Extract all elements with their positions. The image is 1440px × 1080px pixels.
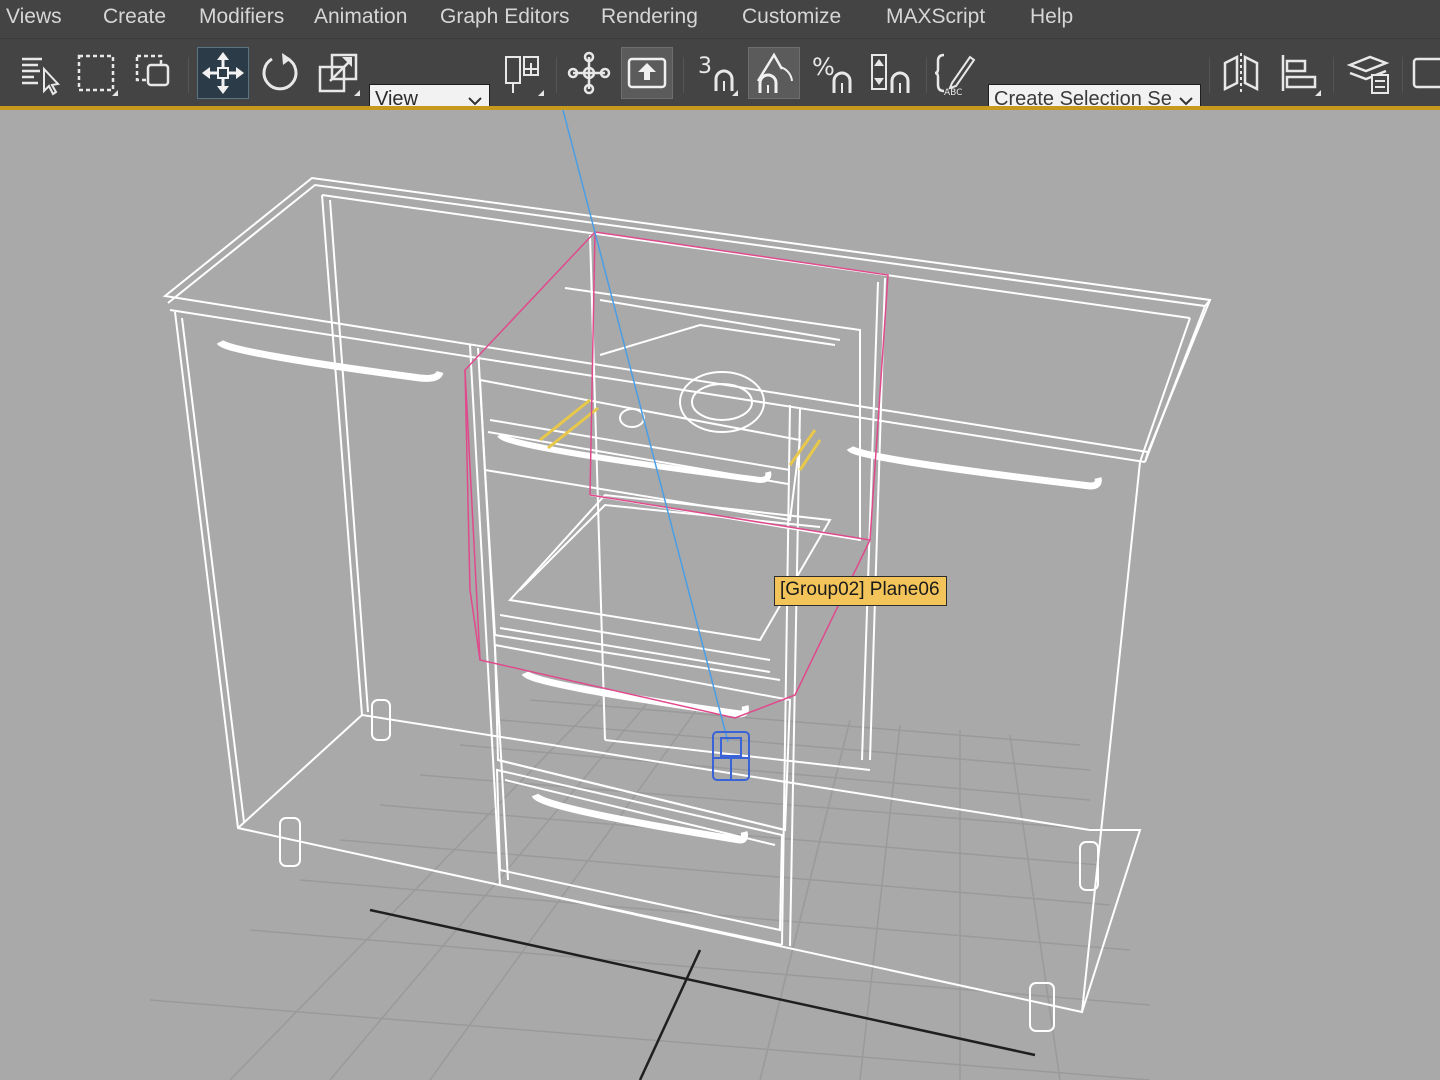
layer-explorer-icon <box>1346 55 1390 94</box>
edit-named-selection-sets-button[interactable]: ABC <box>930 47 982 99</box>
snaps-toggle-icon: 3 <box>698 54 734 91</box>
select-and-scale-button[interactable] <box>312 47 364 99</box>
percent-snap-toggle-button[interactable]: % <box>806 47 858 99</box>
menu-graph-editors[interactable]: Graph Editors <box>440 5 570 29</box>
svg-text:%: % <box>812 53 835 81</box>
window-crossing-button[interactable] <box>128 47 180 99</box>
select-and-rotate-button[interactable] <box>254 47 306 99</box>
scene-explorer-button[interactable] <box>1408 47 1440 99</box>
select-and-rotate-icon <box>262 53 298 91</box>
perspective-viewport[interactable]: [Group02] Plane06 <box>0 110 1440 1080</box>
flyout-indicator <box>354 90 360 96</box>
object-tooltip: [Group02] Plane06 <box>774 576 947 606</box>
home-grid <box>149 699 1151 1080</box>
angle-snap-toggle-button[interactable] <box>748 47 800 99</box>
select-object-icon <box>22 57 61 96</box>
layer-explorer-button[interactable] <box>1342 47 1394 99</box>
svg-text:ABC: ABC <box>944 88 962 98</box>
keyboard-shortcut-override-icon <box>627 57 667 89</box>
menu-maxscript[interactable]: MAXScript <box>886 5 985 29</box>
menu-create[interactable]: Create <box>103 5 166 29</box>
align-icon <box>1281 55 1317 91</box>
select-and-move-button[interactable] <box>197 47 249 99</box>
toolbar-separator <box>1333 57 1334 93</box>
select-and-scale-icon <box>318 53 358 93</box>
flyout-indicator <box>538 90 544 96</box>
scene-explorer-icon <box>1412 57 1440 89</box>
use-pivot-center-button[interactable] <box>496 47 548 99</box>
menu-customize[interactable]: Customize <box>742 5 841 29</box>
flyout-indicator <box>732 90 738 96</box>
target-line <box>562 110 729 743</box>
menu-views[interactable]: Views <box>6 5 62 29</box>
use-pivot-center-icon <box>505 56 539 93</box>
select-object-button[interactable] <box>12 47 64 99</box>
rectangular-selection-region-icon <box>77 54 115 92</box>
angle-snap-toggle-icon <box>756 52 793 93</box>
toolbar-separator <box>926 57 927 93</box>
mirror-icon <box>1223 53 1259 93</box>
select-and-manipulate-icon <box>567 51 611 95</box>
toolbar-separator <box>188 57 189 93</box>
snaps-toggle-button[interactable]: 3 <box>690 47 742 99</box>
flyout-indicator <box>1315 90 1321 96</box>
keyboard-shortcut-override-button[interactable] <box>621 47 673 99</box>
spinner-snap-toggle-icon <box>871 54 910 93</box>
menu-animation[interactable]: Animation <box>314 5 407 29</box>
wireframe-scene <box>149 110 1212 1080</box>
main-toolbar: View 3 % ABC Create Selection Se <box>0 38 1440 118</box>
menu-bar: Views Create Modifiers Animation Graph E… <box>0 0 1440 38</box>
window-crossing-icon <box>135 54 170 87</box>
toolbar-separator <box>683 57 684 93</box>
percent-snap-toggle-icon: % <box>812 53 852 93</box>
cabinet-wireframe <box>162 176 1212 1032</box>
edit-named-selection-sets-icon: ABC <box>934 53 976 98</box>
spinner-snap-toggle-button[interactable] <box>864 47 916 99</box>
toolbar-separator <box>1209 57 1210 93</box>
mirror-button[interactable] <box>1215 47 1267 99</box>
align-button[interactable] <box>1273 47 1325 99</box>
toolbar-separator <box>1402 57 1403 93</box>
menu-help[interactable]: Help <box>1030 5 1073 29</box>
menu-rendering[interactable]: Rendering <box>601 5 698 29</box>
select-and-manipulate-button[interactable] <box>563 47 615 99</box>
snap-dimension-label: 3 <box>698 54 712 79</box>
flyout-indicator <box>112 90 118 96</box>
grid-axes <box>369 908 1036 1080</box>
toolbar-separator <box>556 57 557 93</box>
menu-modifiers[interactable]: Modifiers <box>199 5 284 29</box>
rectangular-selection-region-button[interactable] <box>70 47 122 99</box>
select-and-move-icon <box>202 52 244 94</box>
